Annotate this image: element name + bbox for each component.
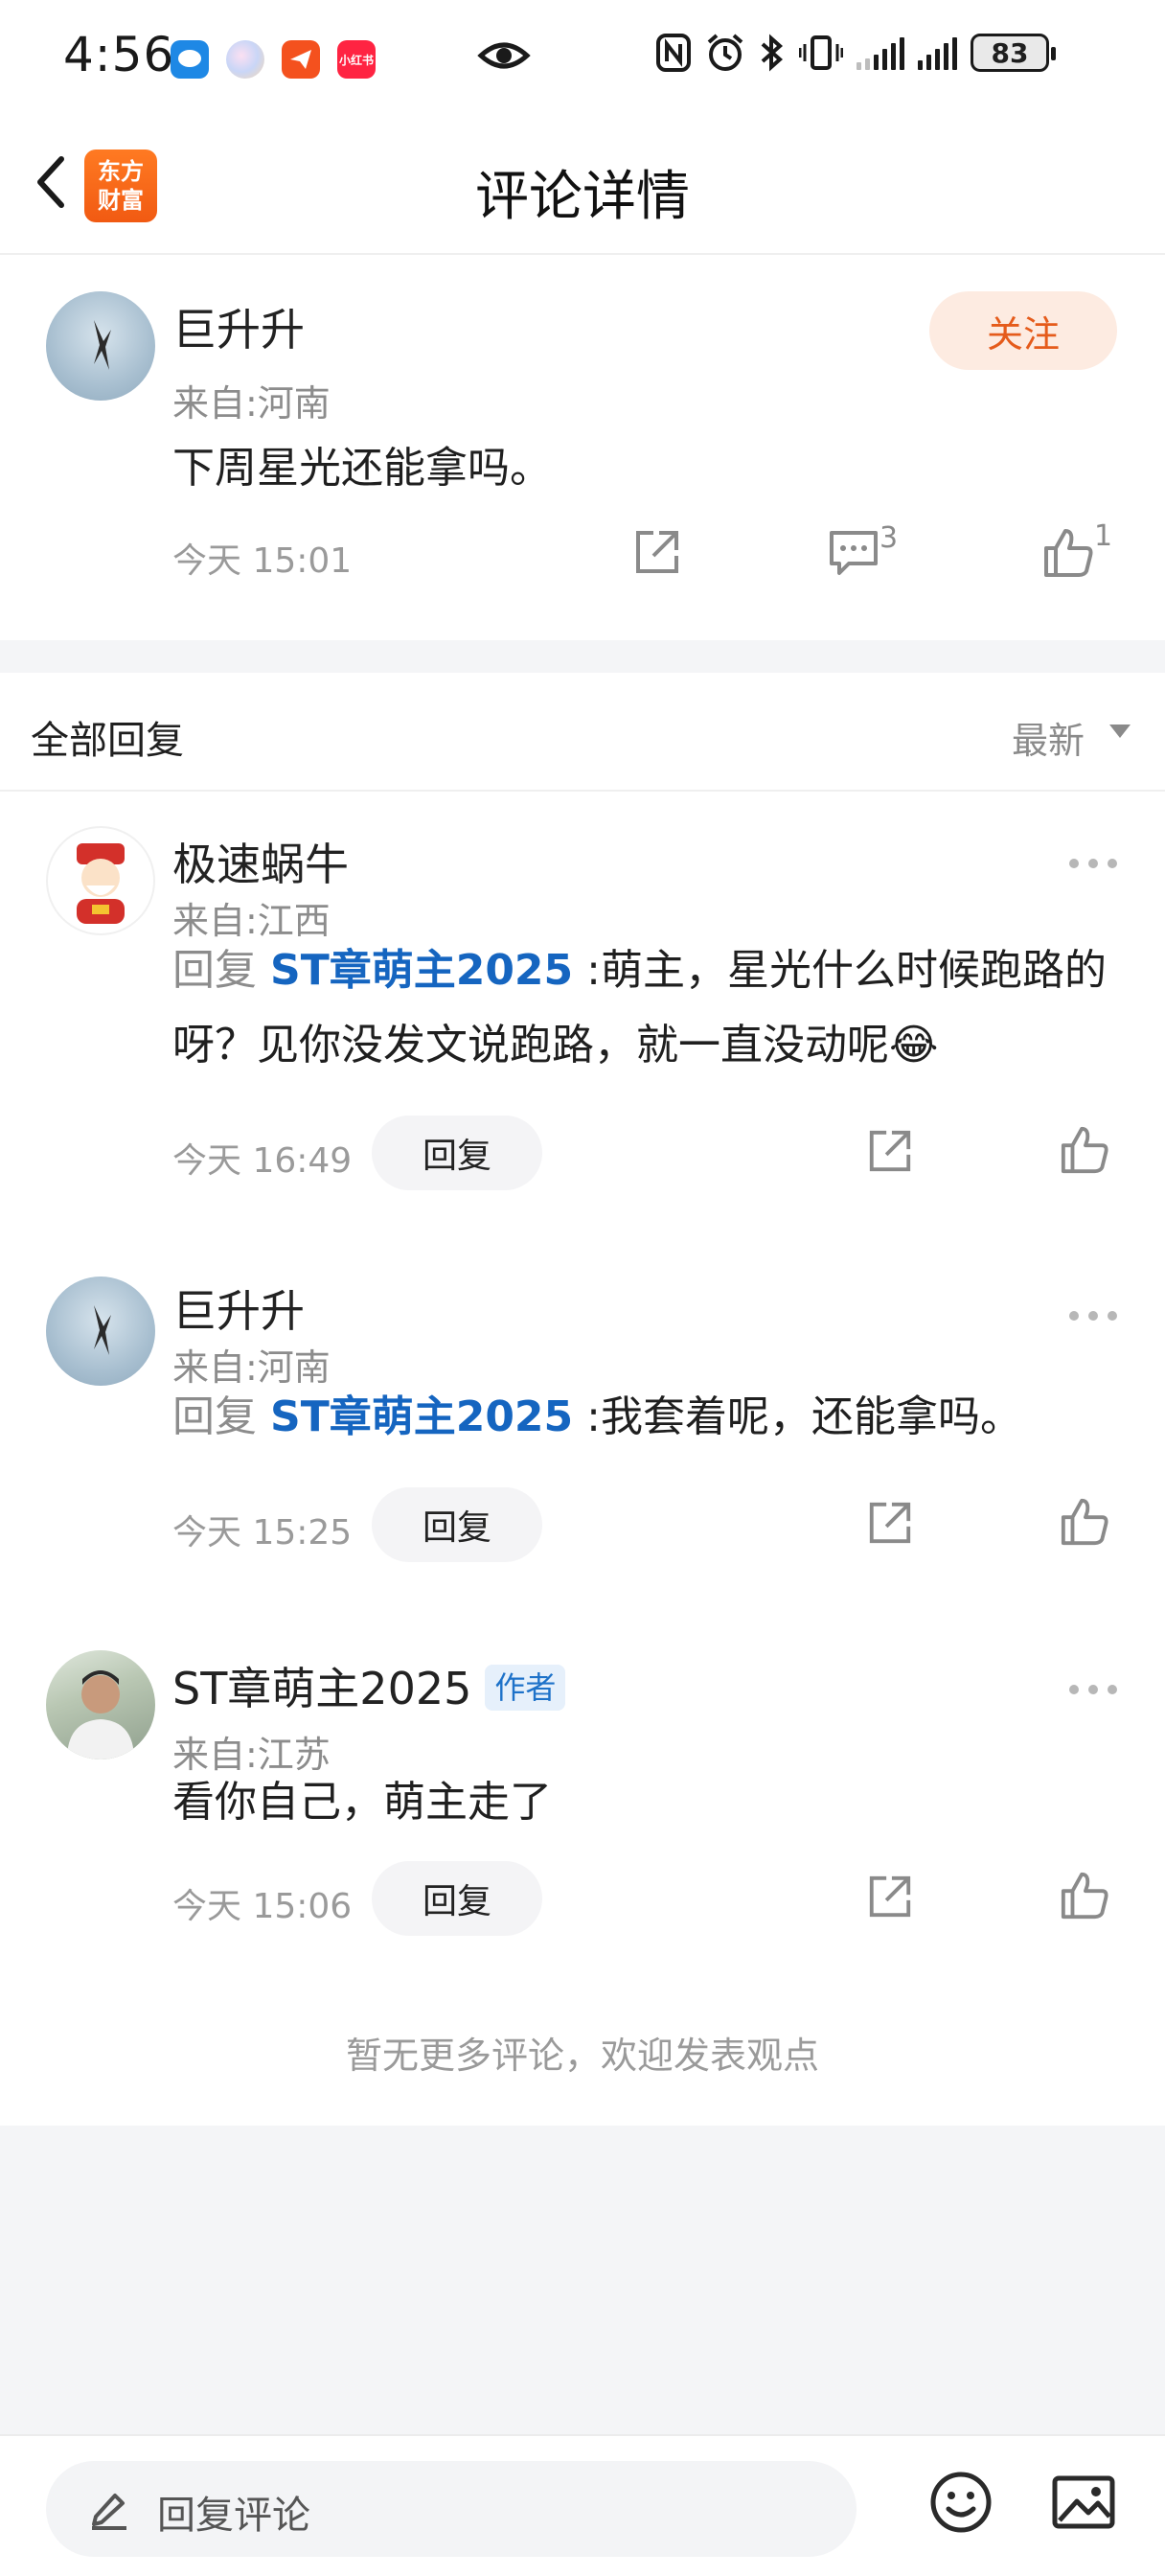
emoji-button[interactable] <box>927 2469 994 2540</box>
location: 来自:河南 <box>172 382 331 425</box>
battery-indicator: 83 <box>971 34 1056 72</box>
comment-time: 今天 15:01 <box>172 541 353 581</box>
like-count: 1 <box>1094 519 1113 553</box>
notification-icons: 小红书 <box>171 40 376 79</box>
image-icon <box>1052 2475 1115 2529</box>
pencil-icon <box>88 2488 130 2534</box>
bluetooth-icon <box>761 34 784 72</box>
mention-link[interactable]: ST章萌主2025 <box>270 1392 573 1441</box>
bottom-input-bar: 回复评论 <box>0 2434 1165 2576</box>
image-button[interactable] <box>1050 2469 1117 2540</box>
comment-count: 3 <box>879 521 899 555</box>
nav-bar: 东方 财富 评论详情 <box>0 115 1165 255</box>
comment-text: 下周星光还能拿吗。 <box>172 444 552 493</box>
like-icon[interactable] <box>1060 1871 1109 1924</box>
reply-text: 回复 ST章萌主2025 :我套着呢，还能拿吗。 <box>172 1380 1121 1455</box>
sort-dropdown[interactable]: 最新 <box>1012 711 1085 764</box>
caret-down-icon[interactable] <box>1109 724 1131 738</box>
more-options-icon[interactable] <box>1069 1685 1117 1694</box>
mention-link[interactable]: ST章萌主2025 <box>270 946 573 995</box>
avatar[interactable] <box>46 1650 155 1760</box>
status-bar: 4:56 小红书 83 <box>0 0 1165 115</box>
xiaohongshu-app-icon: 小红书 <box>337 40 376 79</box>
reply-text: 回复 ST章萌主2025 :萌主，星光什么时候跑路的呀？见你没发文说跑路，就一直… <box>172 933 1121 1083</box>
reply-prefix: 回复 <box>172 1392 257 1441</box>
main-comment: 巨升升 来自:河南 关注 下周星光还能拿吗。 今天 15:01 3 1 <box>0 255 1165 640</box>
more-options-icon[interactable] <box>1069 859 1117 868</box>
vibrate-icon <box>799 35 843 70</box>
person-photo-icon <box>67 1670 134 1760</box>
more-options-icon[interactable] <box>1069 1311 1117 1321</box>
signal-2-icon <box>918 35 957 70</box>
avatar[interactable] <box>46 826 155 935</box>
replies-list: 极速蜗牛 来自:江西 回复 ST章萌主2025 :萌主，星光什么时候跑路的呀？见… <box>0 792 1165 2126</box>
like-icon[interactable] <box>1060 1497 1109 1551</box>
reply-input[interactable]: 回复评论 <box>46 2461 857 2557</box>
username[interactable]: 巨升升 <box>172 295 305 358</box>
reply-time: 今天 15:25 <box>172 1513 353 1552</box>
paper-plane-app-icon <box>282 40 320 79</box>
status-time: 4:56 <box>63 27 175 82</box>
like-icon[interactable] <box>1042 527 1094 583</box>
system-icons: 83 <box>655 33 1056 73</box>
share-icon[interactable] <box>866 1127 914 1179</box>
reply-button[interactable]: 回复 <box>372 1487 542 1562</box>
reply-time: 今天 16:49 <box>172 1141 353 1181</box>
reply-body: :我套着呢，还能拿吗。 <box>586 1392 1022 1441</box>
author-badge: 作者 <box>485 1665 566 1711</box>
page-title: 评论详情 <box>475 166 690 228</box>
reply-prefix: 回复 <box>172 946 257 995</box>
username[interactable]: 巨升升 <box>172 1276 305 1340</box>
eye-icon <box>477 34 531 80</box>
ball-app-icon <box>226 40 264 79</box>
username[interactable]: ST章萌主2025 作者 <box>172 1654 566 1717</box>
signal-1-icon <box>857 35 904 70</box>
reply-button[interactable]: 回复 <box>372 1116 542 1190</box>
alarm-icon <box>707 34 743 71</box>
share-icon[interactable] <box>866 1873 914 1924</box>
share-icon[interactable] <box>632 527 682 581</box>
message-app-icon <box>171 40 209 79</box>
username-text: ST章萌主2025 <box>172 1663 472 1714</box>
avatar[interactable] <box>46 1276 155 1386</box>
fortune-god-icon <box>77 843 125 924</box>
reply-button[interactable]: 回复 <box>372 1861 542 1936</box>
eagle-icon <box>94 320 111 370</box>
username[interactable]: 极速蜗牛 <box>172 830 349 893</box>
section-title: 全部回复 <box>31 719 184 763</box>
input-placeholder: 回复评论 <box>157 2494 310 2538</box>
like-icon[interactable] <box>1060 1125 1109 1179</box>
avatar[interactable] <box>46 291 155 401</box>
eagle-icon <box>94 1305 111 1355</box>
comment-icon[interactable] <box>828 529 879 581</box>
reply-text: 看你自己，萌主走了 <box>172 1778 552 1827</box>
reply-time: 今天 15:06 <box>172 1887 353 1926</box>
smiley-icon <box>930 2472 992 2533</box>
nfc-icon <box>656 34 691 72</box>
share-icon[interactable] <box>866 1499 914 1551</box>
replies-header: 全部回复 最新 <box>0 673 1165 792</box>
follow-button[interactable]: 关注 <box>929 291 1117 370</box>
end-of-list-note: 暂无更多评论，欢迎发表观点 <box>345 2035 819 2077</box>
